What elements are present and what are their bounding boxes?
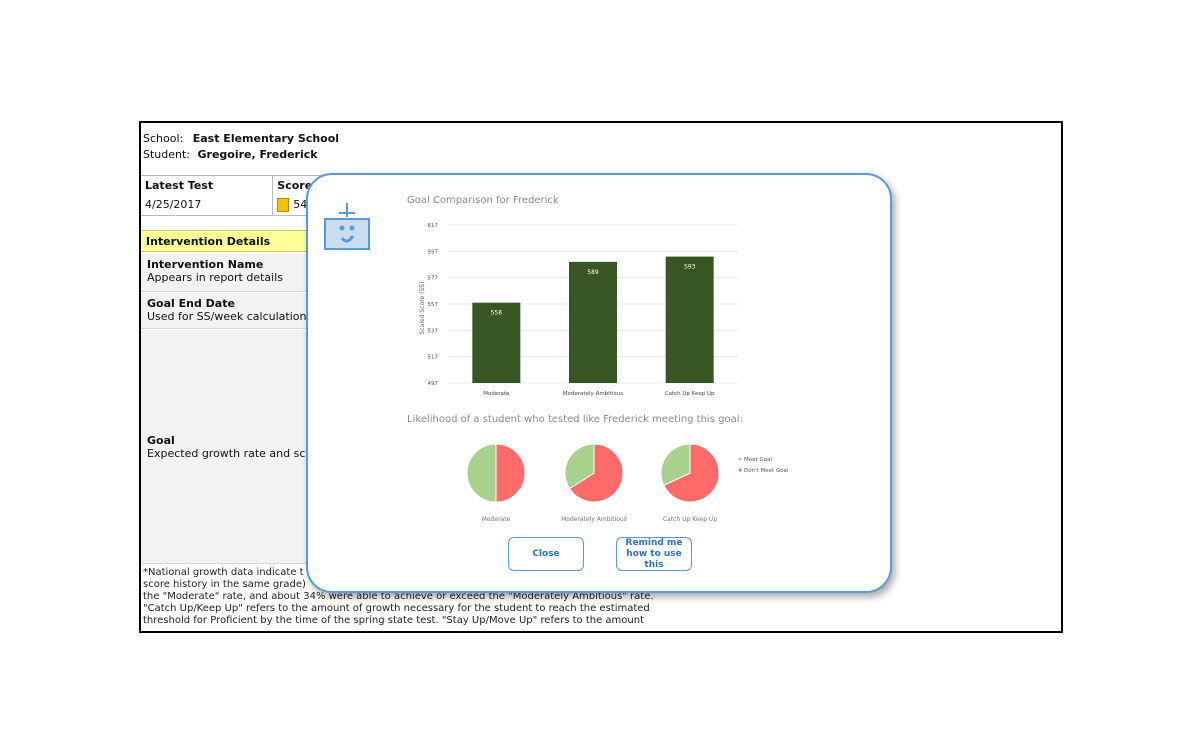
likelihood-pie-charts: Moderate Moderately Ambitious Catch Up Kee… [466,443,789,523]
close-button-label: Close [532,548,560,559]
student-line: Student: Gregoire, Frederick [143,148,318,161]
legend-marker-dont-meet [738,468,742,472]
pie-label: Moderately Ambitious [561,516,627,523]
bar-value-label: 589 [587,269,599,276]
school-label: School: [143,132,184,145]
bar [665,256,714,383]
x-tick-label: Catch Up Keep Up [665,391,715,397]
pie-slice-meet-goal [466,443,497,503]
bar-value-label: 558 [491,310,503,317]
x-tick-label: Moderately Ambitious [563,391,623,397]
goal-comparison-modal: Goal Comparison for Frederick Scaled Sco… [306,173,892,593]
bar-value-label: 593 [684,264,696,271]
pie-label: Moderate [482,516,511,523]
y-tick-label: 517 [428,355,439,361]
score-color-swatch [277,198,290,212]
school-line: School: East Elementary School [143,132,339,145]
x-tick-label: Moderate [483,391,510,397]
chart-title: Goal Comparison for Frederick [407,195,559,206]
latest-test-date: 4/25/2017 [141,195,274,216]
legend-marker-meet [738,457,742,461]
y-tick-label: 577 [428,276,439,282]
intervention-name-desc: Appears in report details [147,271,284,284]
y-tick-label: 597 [428,249,439,255]
y-tick-label: 497 [428,381,439,387]
close-button[interactable]: Close [508,537,584,571]
remind-me-label-line1: Remind me [625,537,683,548]
remind-me-label-line2: how to use this [626,548,682,570]
robot-assistant-icon [324,203,370,250]
y-tick-label: 557 [428,302,439,308]
bar [569,261,617,383]
latest-test-header: Latest Test [141,175,274,195]
y-tick-label: 537 [428,328,439,334]
pie-label: Catch Up Keep Up [663,516,717,523]
school-name: East Elementary School [192,132,340,145]
y-tick-label: 617 [428,223,439,229]
likelihood-title: Likelihood of a student who tested like … [407,414,743,425]
student-label: Student: [143,148,191,161]
footnote-line: "Catch Up/Keep Up" refers to the amount … [143,603,650,614]
pie-slice-dont-meet-goal [495,443,526,503]
y-axis-label: Scaled Score (SS) [419,282,426,335]
legend-label: Meet Goal [744,457,772,463]
goal-end-date-desc: Used for SS/week calculation [147,310,307,323]
footnote-line: threshold for Proficient by the time of … [143,615,645,626]
goal-bar-chart: Scaled Score (SS) 497 517 537 557 577 597 617 5… [419,223,738,397]
student-name: Gregoire, Frederick [197,148,318,161]
goal-desc: Expected growth rate and scor [147,447,317,460]
legend-label: Don't Meet Goal [744,468,789,474]
remind-me-button[interactable]: Remind me how to use this [616,537,692,571]
